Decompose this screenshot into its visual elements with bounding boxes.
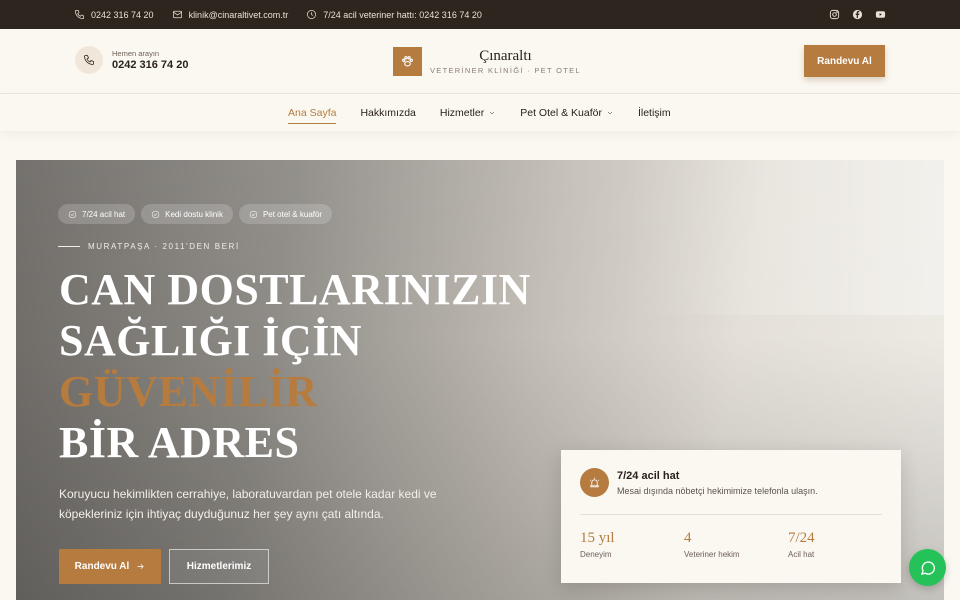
brand-text: Çınaraltı VETERİNER KLİNİĞİ · PET OTEL: [430, 48, 581, 75]
call-icon-circle: [75, 46, 103, 74]
chevron-down-icon: [490, 111, 495, 114]
headline-line-2: SAĞLIĞI İÇİN: [59, 316, 363, 365]
topbar-emergency: 7/24 acil veteriner hattı: 0242 316 74 2…: [306, 9, 482, 20]
check-circle-icon: [249, 210, 258, 218]
main-nav: Ana Sayfa Hakkımızda Hizmetler Pet Otel …: [0, 93, 960, 131]
top-bar: 0242 316 74 20 klinik@cinaraltivet.com.t…: [0, 0, 960, 29]
nav-item-services[interactable]: Hizmetler: [440, 94, 496, 131]
phone-icon: [84, 55, 94, 65]
eyebrow-line: [58, 246, 80, 247]
brand-subtitle: VETERİNER KLİNİĞİ · PET OTEL: [430, 66, 581, 75]
call-label: Hemen arayın: [112, 49, 160, 58]
headline-line-4: BİR ADRES: [59, 418, 300, 467]
stat-emergency: 7/24 Acil hat: [788, 530, 815, 559]
nav-item-pet-hotel[interactable]: Pet Otel & Kuaför: [520, 94, 614, 131]
headline-accent: GÜVENİLİR: [59, 367, 318, 416]
brand-logo[interactable]: Çınaraltı VETERİNER KLİNİĞİ · PET OTEL: [393, 47, 581, 76]
brand-name: Çınaraltı: [479, 48, 532, 64]
info-description: Mesai dışında nöbetçi hekimimize telefon…: [617, 486, 818, 496]
hero-appointment-button[interactable]: Randevu Al: [59, 549, 161, 584]
button-label: Hizmetlerimiz: [186, 561, 252, 572]
chip-cat-friendly: Kedi dostu klinik: [141, 204, 233, 224]
appointment-button[interactable]: Randevu Al: [804, 45, 885, 77]
headline-line-1: CAN DOSTLARINIZIN: [59, 265, 531, 314]
whatsapp-chat-button[interactable]: [909, 549, 946, 586]
feature-chips: 7/24 acil hat Kedi dostu klinik Pet otel…: [58, 204, 333, 224]
nav-list: Ana Sayfa Hakkımızda Hizmetler Pet Otel …: [288, 94, 695, 131]
youtube-icon[interactable]: [875, 9, 886, 20]
social-links: [829, 9, 886, 20]
hero-services-button[interactable]: Hizmetlerimiz: [169, 549, 269, 584]
call-block[interactable]: Hemen arayın 0242 316 74 20: [75, 46, 188, 74]
facebook-icon[interactable]: [852, 9, 863, 20]
info-divider: [580, 514, 882, 515]
nav-item-label: Hakkımızda: [360, 106, 416, 119]
emergency-info-card: 7/24 acil hat Mesai dışında nöbetçi heki…: [561, 450, 901, 583]
stat-label: Veteriner hekim: [684, 550, 740, 559]
clock-icon: [307, 10, 317, 19]
call-number[interactable]: 0242 316 74 20: [112, 59, 188, 71]
hero-highlight: [624, 160, 944, 315]
siren-icon: [580, 468, 609, 497]
stat-value: 15 yıl: [580, 530, 615, 546]
phone-icon: [75, 10, 84, 19]
nav-item-label: İletişim: [637, 106, 671, 119]
nav-item-contact[interactable]: İletişim: [638, 94, 671, 131]
nav-item-about[interactable]: Hakkımızda: [360, 94, 415, 131]
chip-pet-hotel: Pet otel & kuaför: [238, 204, 333, 224]
arrow-right-icon: [137, 564, 144, 569]
nav-item-label: Ana Sayfa: [288, 106, 337, 119]
nav-item-label: Hizmetler: [439, 106, 485, 119]
topbar-emergency-text: 7/24 acil veteriner hattı: 0242 316 74 2…: [323, 9, 482, 20]
chip-label: 7/24 acil hat: [82, 209, 126, 219]
topbar-phone[interactable]: 0242 316 74 20: [74, 9, 154, 20]
site-header: Hemen arayın 0242 316 74 20 Çınaraltı VE…: [0, 29, 960, 93]
chip-label: Pet otel & kuaför: [262, 209, 323, 219]
nav-item-home[interactable]: Ana Sayfa: [288, 94, 337, 131]
stat-vets: 4 Veteriner hekim: [684, 530, 740, 559]
chip-label: Kedi dostu klinik: [165, 209, 223, 219]
hero-eyebrow: MURATPAŞA · 2011'DEN BERİ: [58, 242, 240, 251]
chevron-down-icon: [607, 111, 613, 114]
button-label: Randevu Al: [74, 561, 130, 572]
chip-emergency: 7/24 acil hat: [58, 204, 136, 224]
instagram-icon[interactable]: [829, 9, 840, 20]
stat-value: 7/24: [788, 530, 815, 546]
topbar-phone-text: 0242 316 74 20: [91, 9, 154, 20]
topbar-email-text: klinik@cinaraltivet.com.tr: [188, 9, 289, 20]
stat-label: Deneyim: [580, 550, 612, 559]
stat-value: 4: [684, 530, 692, 546]
eyebrow-text: MURATPAŞA · 2011'DEN BERİ: [88, 242, 240, 251]
topbar-email[interactable]: klinik@cinaraltivet.com.tr: [172, 9, 289, 20]
hero-headline: CAN DOSTLARINIZIN SAĞLIĞI İÇİN GÜVENİLİR…: [59, 264, 531, 468]
nav-item-label: Pet Otel & Kuaför: [520, 106, 602, 119]
stat-experience: 15 yıl Deneyim: [580, 530, 615, 559]
check-circle-icon: [68, 210, 77, 218]
call-text: Hemen arayın 0242 316 74 20: [112, 49, 188, 71]
stat-label: Acil hat: [788, 550, 815, 559]
info-title: 7/24 acil hat: [617, 470, 680, 482]
hero-lead: Koruyucu hekimlikten cerrahiye, laboratu…: [59, 487, 437, 521]
mail-icon: [172, 10, 182, 19]
chat-bubble-icon: [920, 560, 935, 575]
paw-icon: [393, 47, 422, 76]
check-circle-icon: [151, 210, 160, 218]
